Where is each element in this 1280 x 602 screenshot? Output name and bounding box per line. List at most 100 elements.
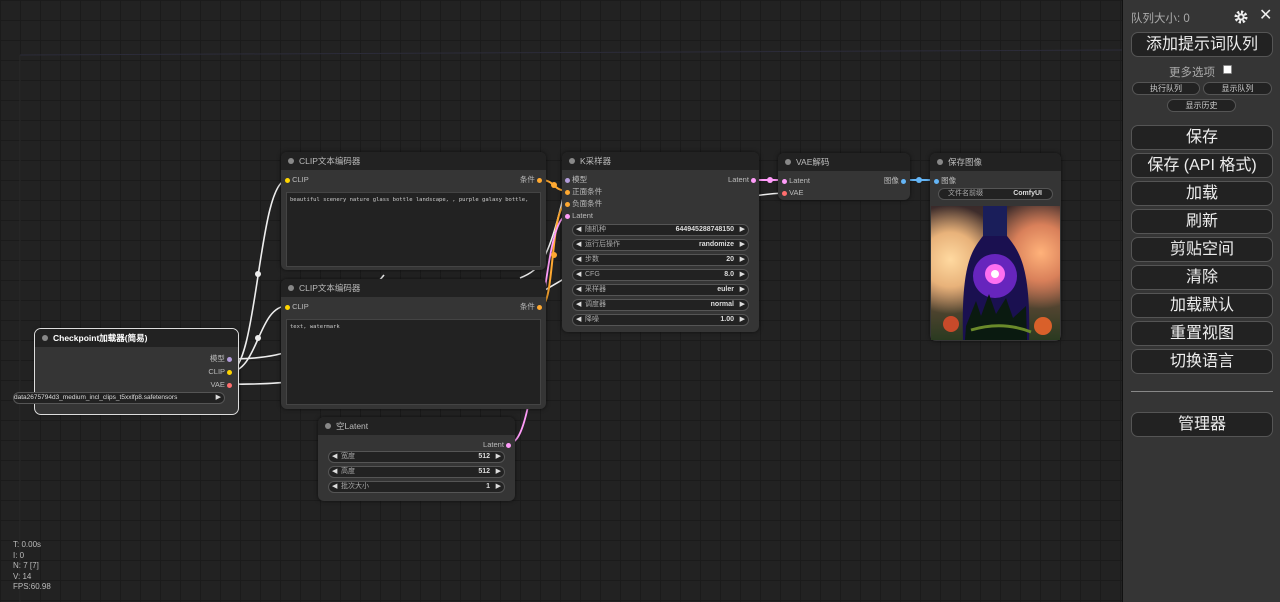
switch-language-button[interactable]: 切换语言 (1131, 349, 1273, 374)
clip-input-port[interactable]: CLIP (285, 174, 309, 186)
gear-icon[interactable] (1233, 9, 1249, 25)
save-api-format-button[interactable]: 保存 (API 格式) (1131, 153, 1273, 178)
collapse-dot-icon[interactable] (288, 285, 294, 291)
node-canvas[interactable]: CLIP文本编码器 CLIP 条件 beautiful scenery natu… (0, 0, 1122, 602)
width-widget[interactable]: ◀ 宽度 512 ▶ (328, 451, 505, 463)
more-options-label: 更多选项 (1169, 67, 1215, 79)
next-arrow-icon[interactable]: ▶ (496, 467, 501, 477)
prev-arrow-icon[interactable]: ◀ (576, 300, 581, 310)
scheduler-widget[interactable]: ◀ 调度器 normal ▶ (572, 299, 749, 311)
refresh-button[interactable]: 刷新 (1131, 209, 1273, 234)
widget-value: 644945288748150 (675, 226, 734, 233)
node-title[interactable]: 保存图像 (930, 153, 1061, 171)
widget-label: 采样器 (585, 286, 606, 293)
steps-widget[interactable]: ◀ 步数 20 ▶ (572, 254, 749, 266)
model-output-port[interactable]: 模型 (210, 353, 232, 365)
next-arrow-icon[interactable]: ▶ (740, 315, 745, 325)
vae-output-port[interactable]: VAE (210, 379, 232, 391)
model-input-port[interactable]: 模型 (565, 174, 587, 186)
collapse-dot-icon[interactable] (785, 159, 791, 165)
prev-arrow-icon[interactable]: ◀ (332, 452, 337, 462)
filename-prefix-widget[interactable]: 文件名前缀 ComfyUI (938, 188, 1053, 200)
next-arrow-icon[interactable]: ▶ (740, 240, 745, 250)
port-label: 负面条件 (572, 199, 603, 208)
next-arrow-icon[interactable]: ▶ (740, 225, 745, 235)
prev-arrow-icon[interactable]: ◀ (332, 467, 337, 477)
node-title[interactable]: VAE解码 (778, 153, 910, 171)
next-arrow-icon[interactable]: ▶ (740, 270, 745, 280)
vae-input-port[interactable]: VAE (782, 187, 804, 199)
node-title[interactable]: 空Latent (318, 417, 515, 435)
node-title[interactable]: CLIP文本编码器 (281, 279, 546, 297)
save-image-node[interactable]: 保存图像 图像 文件名前缀 ComfyUI (930, 153, 1061, 341)
widget-value: 8.0 (724, 271, 734, 278)
prev-arrow-icon[interactable]: ◀ (576, 255, 581, 265)
clipspace-button[interactable]: 剪贴空间 (1131, 237, 1273, 262)
clip-text-encoder-negative-node[interactable]: CLIP文本编码器 CLIP 条件 text, watermark (281, 279, 546, 409)
clear-button[interactable]: 清除 (1131, 265, 1273, 290)
vae-decode-node[interactable]: VAE解码 Latent VAE 图像 (778, 153, 910, 200)
control-after-generate-widget[interactable]: ◀ 运行后操作 randomize ▶ (572, 239, 749, 251)
next-arrow-icon[interactable]: ▶ (216, 393, 221, 403)
output-image-preview[interactable] (931, 206, 1060, 340)
collapse-dot-icon[interactable] (569, 158, 575, 164)
positive-input-port[interactable]: 正面条件 (565, 186, 602, 198)
clip-output-port[interactable]: CLIP (208, 366, 232, 378)
prev-arrow-icon[interactable]: ◀ (576, 315, 581, 325)
collapse-dot-icon[interactable] (288, 158, 294, 164)
collapse-dot-icon[interactable] (325, 423, 331, 429)
widget-value: randomize (698, 241, 734, 248)
conditioning-output-port[interactable]: 条件 (520, 174, 542, 186)
manager-button[interactable]: 管理器 (1131, 412, 1273, 437)
more-options-checkbox[interactable] (1223, 65, 1232, 74)
widget-value: ComfyUI (1013, 190, 1042, 197)
load-default-button[interactable]: 加载默认 (1131, 293, 1273, 318)
next-arrow-icon[interactable]: ▶ (740, 300, 745, 310)
prompt-textarea[interactable]: text, watermark (286, 319, 541, 405)
queue-prompt-button[interactable]: 添加提示词队列 (1131, 32, 1273, 57)
ksampler-node[interactable]: K采样器 模型 正面条件 负面条件 Latent Latent ◀ 随机种 6449… (562, 152, 759, 332)
node-title[interactable]: CLIP文本编码器 (281, 152, 546, 170)
prev-arrow-icon[interactable]: ◀ (576, 285, 581, 295)
next-arrow-icon[interactable]: ▶ (496, 452, 501, 462)
close-icon[interactable]: ✕ (1259, 5, 1272, 25)
collapse-dot-icon[interactable] (42, 335, 48, 341)
checkpoint-loader-node[interactable]: Checkpoint加载器(简易) 模型 CLIP VAE data267579… (13, 328, 239, 415)
node-title[interactable]: Checkpoint加载器(简易) (35, 329, 238, 347)
conditioning-output-port[interactable]: 条件 (520, 301, 542, 313)
samples-input-port[interactable]: Latent (782, 175, 810, 187)
ckpt-name-combo[interactable]: data2675794d3_medium_incl_clips_t5xxlfp8… (13, 392, 225, 404)
sampler-name-widget[interactable]: ◀ 采样器 euler ▶ (572, 284, 749, 296)
empty-latent-node[interactable]: 空Latent Latent ◀ 宽度 512 ▶ ◀ 高度 512 ▶ ◀ 批次大小 1 ▶ (318, 417, 515, 501)
view-queue-button[interactable]: 显示队列 (1203, 82, 1272, 95)
next-arrow-icon[interactable]: ▶ (496, 482, 501, 492)
height-widget[interactable]: ◀ 高度 512 ▶ (328, 466, 505, 478)
next-arrow-icon[interactable]: ▶ (740, 255, 745, 265)
seed-widget[interactable]: ◀ 随机种 644945288748150 ▶ (572, 224, 749, 236)
prev-arrow-icon[interactable]: ◀ (332, 482, 337, 492)
reset-view-button[interactable]: 重置视图 (1131, 321, 1273, 346)
run-queue-button[interactable]: 执行队列 (1132, 82, 1200, 95)
image-output-port[interactable]: 图像 (884, 175, 906, 187)
next-arrow-icon[interactable]: ▶ (740, 285, 745, 295)
batch-size-widget[interactable]: ◀ 批次大小 1 ▶ (328, 481, 505, 493)
clip-text-encoder-positive-node[interactable]: CLIP文本编码器 CLIP 条件 beautiful scenery natu… (281, 152, 546, 270)
cfg-widget[interactable]: ◀ CFG 8.0 ▶ (572, 269, 749, 281)
port-label: CLIP (292, 302, 309, 311)
latent-output-port[interactable]: Latent (483, 439, 511, 451)
latent-input-port[interactable]: Latent (565, 210, 593, 222)
denoise-widget[interactable]: ◀ 降噪 1.00 ▶ (572, 314, 749, 326)
prompt-textarea[interactable]: beautiful scenery nature glass bottle la… (286, 192, 541, 267)
prev-arrow-icon[interactable]: ◀ (576, 225, 581, 235)
view-history-button[interactable]: 显示历史 (1167, 99, 1236, 112)
images-input-port[interactable]: 图像 (934, 175, 956, 187)
load-button[interactable]: 加载 (1131, 181, 1273, 206)
save-button[interactable]: 保存 (1131, 125, 1273, 150)
clip-input-port[interactable]: CLIP (285, 301, 309, 313)
node-title[interactable]: K采样器 (562, 152, 759, 170)
prev-arrow-icon[interactable]: ◀ (576, 240, 581, 250)
negative-input-port[interactable]: 负面条件 (565, 198, 602, 210)
collapse-dot-icon[interactable] (937, 159, 943, 165)
latent-output-port[interactable]: Latent (728, 174, 756, 186)
prev-arrow-icon[interactable]: ◀ (576, 270, 581, 280)
